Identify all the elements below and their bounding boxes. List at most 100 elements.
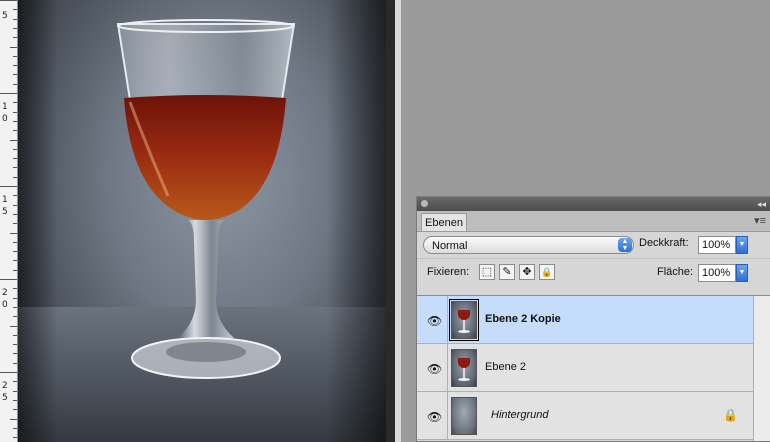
ruler-tick — [13, 19, 17, 20]
lock-label: Fixieren: — [427, 266, 470, 278]
lock-position-icon[interactable]: ✥ — [519, 264, 535, 280]
panel-tabbar: Ebenen ▾≡ — [417, 211, 770, 232]
wine-glass-photo — [116, 19, 296, 379]
layers-panel: ◂◂ Ebenen ▾≡ Normal ▲ ▼ Deckkraft: 100% ▼… — [416, 196, 770, 442]
ruler-tick — [13, 251, 17, 252]
ruler-tick — [13, 428, 17, 429]
fill-label: Fläche: — [657, 266, 694, 278]
pasteboard-edge — [395, 0, 401, 442]
ruler-tick — [13, 112, 17, 113]
ruler-tick — [10, 233, 17, 234]
eye-icon: 👁 — [427, 362, 443, 376]
lock-transparent-pixels-icon[interactable]: ⬚ — [479, 264, 495, 280]
ruler-tick — [13, 363, 17, 364]
select-arrows-icon: ▲ ▼ — [618, 238, 632, 252]
lock-image-pixels-icon[interactable]: ✎ — [499, 264, 515, 280]
ruler-tick — [0, 186, 17, 187]
fill-field[interactable]: 100% — [698, 264, 736, 282]
ruler-tick — [13, 381, 17, 382]
opacity-dropdown-icon[interactable]: ▼ — [736, 236, 748, 254]
panel-collapse-icon[interactable]: ◂◂ — [757, 197, 766, 211]
layer-name: Hintergrund — [491, 409, 549, 421]
ruler-tick — [13, 391, 17, 392]
glass-rim — [116, 23, 296, 101]
layer-thumbnail — [451, 349, 477, 387]
ruler-tick — [13, 130, 17, 131]
ruler-tick — [13, 205, 17, 206]
ruler-tick — [0, 0, 17, 1]
layer-name: Ebene 2 Kopie — [485, 313, 561, 325]
ruler-tick — [0, 93, 17, 94]
ruler-label: 2 — [2, 288, 8, 298]
visibility-toggle[interactable]: 👁 — [417, 392, 448, 439]
layers-list: 👁 Ebene 2 Kopie 👁 Ebene 2 👁 Hintergrund … — [417, 295, 770, 441]
ruler-tick — [13, 353, 17, 354]
ruler-tick — [13, 65, 17, 66]
ruler-label: 5 — [2, 393, 8, 403]
ruler-tick — [0, 279, 17, 280]
ruler-tick — [13, 223, 17, 224]
ruler-tick — [13, 409, 17, 410]
ruler-tick — [0, 372, 17, 373]
ruler-tick — [13, 121, 17, 122]
ruler-tick — [13, 28, 17, 29]
ruler-tick — [13, 260, 17, 261]
opacity-field[interactable]: 100% — [698, 236, 736, 254]
ruler-tick — [10, 326, 17, 327]
ruler-tick — [13, 307, 17, 308]
lock-all-icon[interactable]: 🔒 — [539, 264, 555, 280]
ruler-tick — [13, 242, 17, 243]
ruler-label: 2 — [2, 381, 8, 391]
ruler-label: 5 — [2, 207, 8, 217]
layer-thumbnail — [451, 397, 477, 435]
layer-thumbnail — [449, 299, 479, 341]
ruler-tick — [13, 195, 17, 196]
ruler-tick — [10, 47, 17, 48]
image-canvas[interactable] — [18, 0, 386, 442]
ruler-label: 1 — [2, 195, 8, 205]
opacity-label: Deckkraft: — [639, 237, 689, 249]
ruler-tick — [13, 158, 17, 159]
ruler-tick — [13, 9, 17, 10]
ruler-tick — [13, 167, 17, 168]
ruler-label: 1 — [2, 102, 8, 112]
ruler-tick — [13, 214, 17, 215]
canvas-border — [386, 0, 395, 442]
blend-mode-select[interactable]: Normal ▲ ▼ — [423, 236, 634, 254]
ruler-tick — [13, 288, 17, 289]
ruler-tick — [13, 298, 17, 299]
panel-menu-icon[interactable]: ▾≡ — [754, 214, 766, 227]
lock-row: Fixieren: ⬚ ✎ ✥ 🔒 Fläche: 100% ▼ — [417, 258, 770, 287]
ruler-tick — [13, 270, 17, 271]
ruler-label: 5 — [2, 11, 8, 21]
visibility-toggle[interactable]: 👁 — [417, 296, 448, 343]
ruler-tick — [13, 316, 17, 317]
visibility-toggle[interactable]: 👁 — [417, 344, 448, 391]
ruler-tick — [13, 56, 17, 57]
blend-row: Normal ▲ ▼ Deckkraft: 100% ▼ — [417, 232, 770, 258]
vertical-ruler[interactable]: 5 1 0 1 5 2 0 2 5 — [0, 0, 18, 442]
ruler-tick — [13, 400, 17, 401]
ruler-tick — [13, 335, 17, 336]
ruler-tick — [13, 437, 17, 438]
layers-scrollbar[interactable] — [753, 296, 770, 441]
blend-mode-value: Normal — [432, 240, 468, 252]
ruler-tick — [13, 344, 17, 345]
layer-row-hintergrund[interactable]: 👁 Hintergrund 🔒 — [417, 392, 754, 440]
tab-layers[interactable]: Ebenen — [421, 213, 467, 231]
layer-row-ebene-2-kopie[interactable]: 👁 Ebene 2 Kopie — [417, 296, 754, 344]
ruler-label: 0 — [2, 300, 8, 310]
eye-icon: 👁 — [427, 314, 443, 328]
ruler-label: 0 — [2, 114, 8, 124]
wine — [124, 95, 286, 220]
ruler-tick — [13, 74, 17, 75]
ruler-tick — [13, 37, 17, 38]
ruler-tick — [13, 84, 17, 85]
layer-row-ebene-2[interactable]: 👁 Ebene 2 — [417, 344, 754, 392]
ruler-tick — [10, 140, 17, 141]
ruler-tick — [13, 102, 17, 103]
panel-close-icon[interactable] — [421, 200, 428, 207]
panel-titlebar[interactable]: ◂◂ — [417, 197, 770, 211]
fill-dropdown-icon[interactable]: ▼ — [736, 264, 748, 282]
ruler-tick — [13, 177, 17, 178]
